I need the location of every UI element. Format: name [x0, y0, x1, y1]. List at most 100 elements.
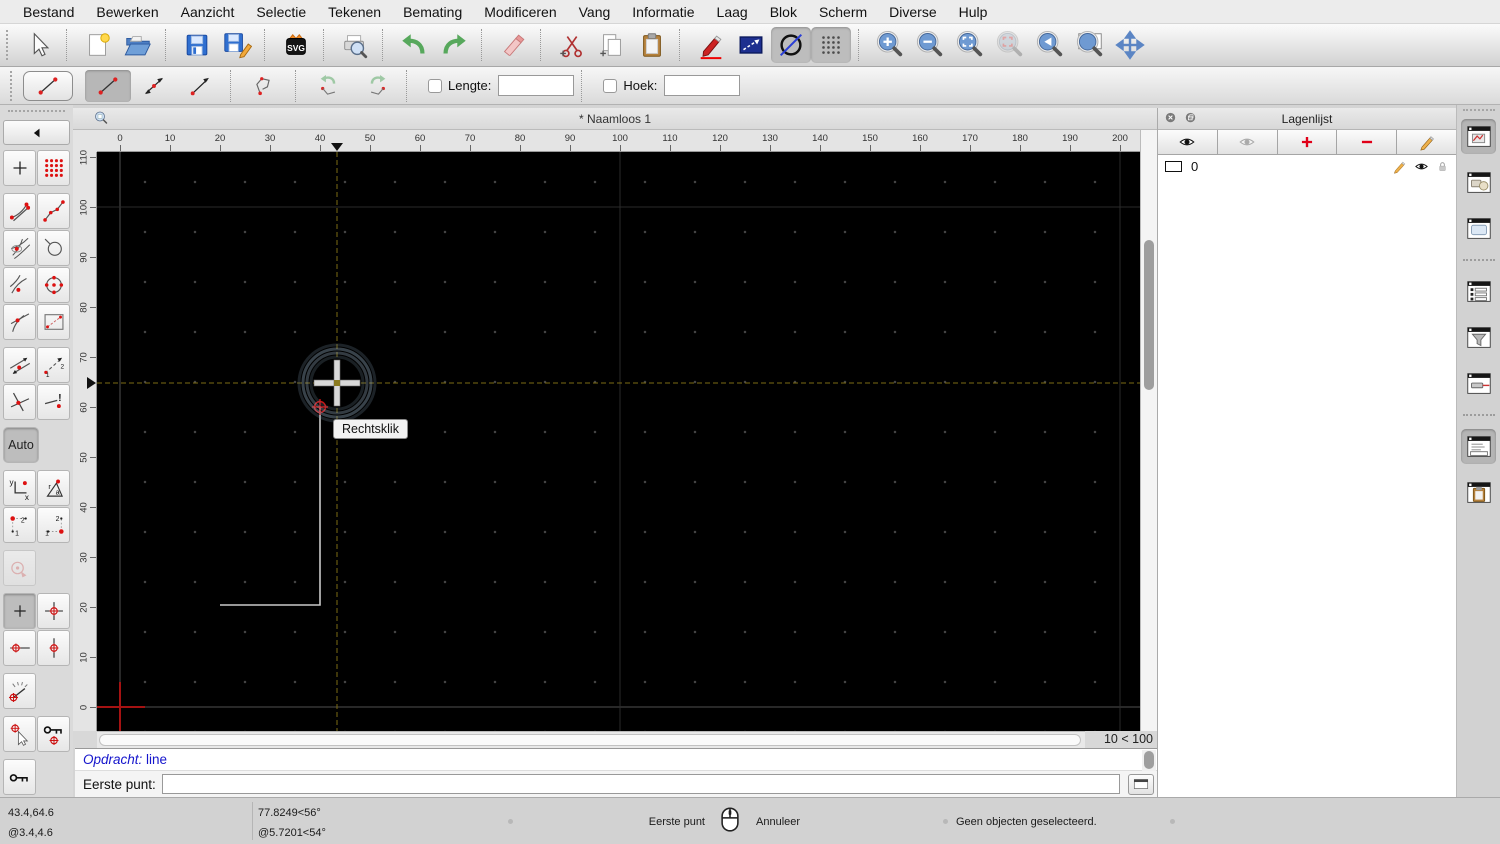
- menu-laag[interactable]: Laag: [706, 4, 759, 20]
- snap-intersection-button[interactable]: [3, 384, 36, 420]
- snap-middle-button[interactable]: [37, 230, 70, 266]
- menu-aanzicht[interactable]: Aanzicht: [170, 4, 246, 20]
- menu-bestand[interactable]: Bestand: [12, 4, 85, 20]
- layer-row[interactable]: 0: [1158, 155, 1456, 177]
- hide-all-layers-button[interactable]: [1218, 130, 1278, 154]
- drawing-canvas[interactable]: Rechtsklik: [97, 152, 1140, 731]
- add-layer-button[interactable]: [1278, 130, 1338, 154]
- dock-entity-list-button[interactable]: [1461, 274, 1496, 309]
- restrict-horizontal-button[interactable]: [3, 630, 36, 666]
- delete-button[interactable]: [493, 27, 533, 63]
- zoom-auto-button[interactable]: [950, 27, 990, 63]
- pen-attributes-button[interactable]: [691, 27, 731, 63]
- snap-parallel-button[interactable]: [3, 347, 36, 383]
- horizontal-scrollbar[interactable]: [97, 731, 1085, 748]
- open-file-button[interactable]: [118, 27, 158, 63]
- corner-second-first-button[interactable]: 12: [37, 507, 70, 543]
- snap-endpoints-button[interactable]: [3, 193, 36, 229]
- line-two-arrows-button[interactable]: [131, 70, 177, 102]
- dock-layer-list-button[interactable]: [1461, 119, 1496, 154]
- angle-checkbox[interactable]: [603, 79, 617, 93]
- zoom-previous-button[interactable]: [1030, 27, 1070, 63]
- palette-back-button[interactable]: [3, 120, 70, 145]
- command-history-scrollbar[interactable]: [1142, 750, 1156, 771]
- polyline-button[interactable]: [242, 70, 288, 102]
- undo-segment-button[interactable]: [307, 70, 353, 102]
- restrict-orthogonal-button[interactable]: [37, 593, 70, 629]
- command-history-scrollbar-thumb[interactable]: [1144, 751, 1154, 769]
- pan-button[interactable]: [1110, 27, 1150, 63]
- zoom-window-button[interactable]: [1070, 27, 1110, 63]
- restrict-nothing-button[interactable]: [3, 593, 36, 629]
- snap-center-button[interactable]: [3, 230, 36, 266]
- pointer-button[interactable]: [19, 27, 59, 63]
- remove-layer-button[interactable]: [1337, 130, 1397, 154]
- snap-tangent-button[interactable]: [3, 304, 36, 340]
- menu-bemating[interactable]: Bemating: [392, 4, 473, 20]
- snap-sequence-button[interactable]: 12: [37, 347, 70, 383]
- menu-modificeren[interactable]: Modificeren: [473, 4, 567, 20]
- snap-on-entity-button[interactable]: [37, 193, 70, 229]
- menu-bewerken[interactable]: Bewerken: [85, 4, 169, 20]
- angle-input[interactable]: [664, 75, 740, 96]
- menu-informatie[interactable]: Informatie: [621, 4, 705, 20]
- vertical-scrollbar-thumb[interactable]: [1144, 240, 1154, 390]
- copy-button[interactable]: [592, 27, 632, 63]
- line-segment-button[interactable]: [85, 70, 131, 102]
- auto-snap-button[interactable]: Auto: [3, 427, 39, 463]
- save-button[interactable]: [177, 27, 217, 63]
- redo-button[interactable]: [434, 27, 474, 63]
- grid-button[interactable]: [811, 27, 851, 63]
- palette-drag-handle[interactable]: [8, 110, 65, 116]
- menu-scherm[interactable]: Scherm: [808, 4, 878, 20]
- svg-export-button[interactable]: SVG: [276, 27, 316, 63]
- snap-intersection-manual-button[interactable]: !: [37, 384, 70, 420]
- snap-distance-button[interactable]: [3, 267, 36, 303]
- new-document-button[interactable]: [78, 27, 118, 63]
- toolbar-drag-handle[interactable]: [6, 30, 13, 60]
- angle-gauge-button[interactable]: [3, 673, 36, 709]
- dock-drag-handle[interactable]: [1463, 109, 1495, 115]
- command-input[interactable]: [162, 774, 1120, 794]
- dock-clipboard-button[interactable]: [1461, 475, 1496, 510]
- dock-command-line-button[interactable]: [1461, 429, 1496, 464]
- pick-coordinate-button[interactable]: [3, 716, 36, 752]
- menu-hulp[interactable]: Hulp: [948, 4, 999, 20]
- length-input[interactable]: [498, 75, 574, 96]
- layer-visible-icon[interactable]: [1414, 159, 1429, 174]
- menu-diverse[interactable]: Diverse: [878, 4, 947, 20]
- undo-button[interactable]: [394, 27, 434, 63]
- length-checkbox[interactable]: [428, 79, 442, 93]
- zoom-in-button[interactable]: [870, 27, 910, 63]
- lock-icon[interactable]: [1436, 160, 1449, 173]
- draft-mode-button[interactable]: [771, 27, 811, 63]
- edit-layer-icon[interactable]: [1392, 159, 1407, 174]
- edit-layer-button[interactable]: [1397, 130, 1456, 154]
- menu-blok[interactable]: Blok: [759, 4, 808, 20]
- toolbar-drag-handle[interactable]: [10, 71, 17, 101]
- show-all-layers-button[interactable]: [1158, 130, 1218, 154]
- cut-button[interactable]: [552, 27, 592, 63]
- corner-first-second-button[interactable]: 12: [3, 507, 36, 543]
- set-relative-zero-button[interactable]: [3, 759, 36, 795]
- zoom-out-button[interactable]: [910, 27, 950, 63]
- horizontal-scrollbar-thumb[interactable]: [99, 734, 1081, 746]
- menu-tekenen[interactable]: Tekenen: [317, 4, 392, 20]
- menu-vang[interactable]: Vang: [568, 4, 622, 20]
- float-panel-icon[interactable]: [1183, 110, 1198, 125]
- selection-pointer-button[interactable]: [731, 27, 771, 63]
- print-preview-button[interactable]: [335, 27, 375, 63]
- current-tool-button[interactable]: [23, 71, 73, 101]
- snap-free-button[interactable]: [3, 150, 36, 186]
- snap-grid-button[interactable]: [37, 150, 70, 186]
- zoom-selection-button[interactable]: [990, 27, 1030, 63]
- command-window-button[interactable]: [1128, 774, 1154, 795]
- vertical-scrollbar[interactable]: [1140, 130, 1157, 731]
- snap-range-button[interactable]: [37, 304, 70, 340]
- close-icon[interactable]: [1163, 110, 1178, 125]
- save-as-button[interactable]: [217, 27, 257, 63]
- dock-library-browser-button[interactable]: [1461, 211, 1496, 246]
- dock-block-list-button[interactable]: [1461, 165, 1496, 200]
- restrict-vertical-button[interactable]: [37, 630, 70, 666]
- relative-zero-button[interactable]: [3, 550, 36, 586]
